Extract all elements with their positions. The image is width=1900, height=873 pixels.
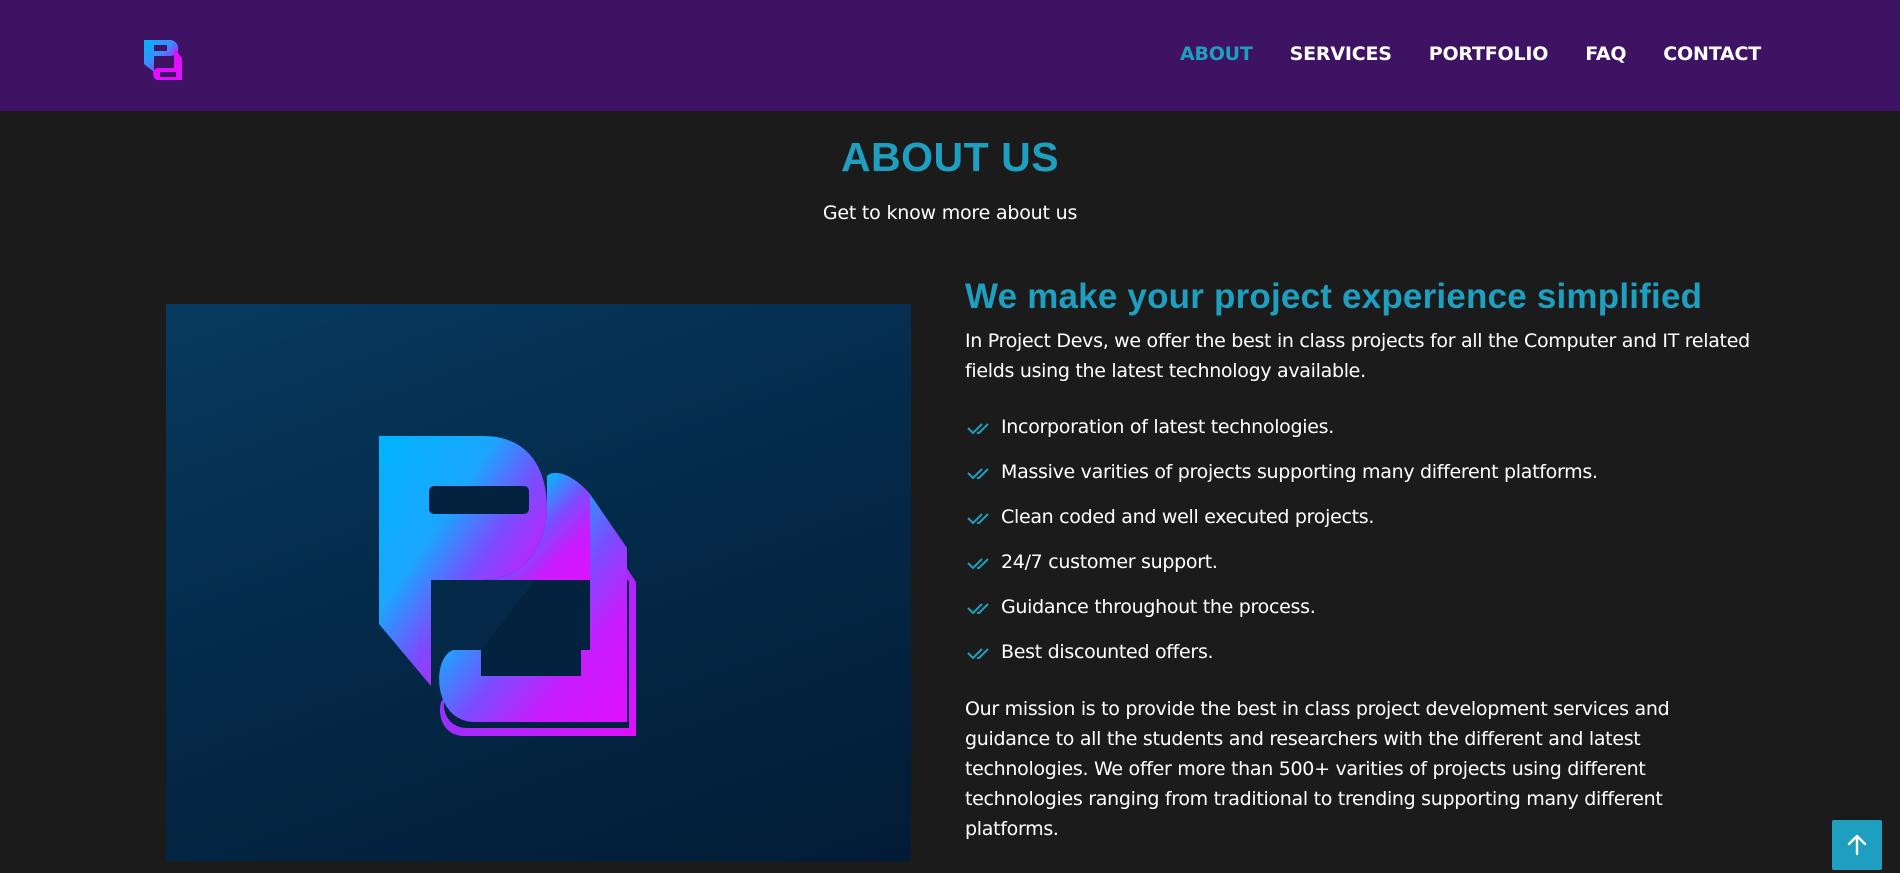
double-check-icon [967,512,989,524]
nav-link-faq[interactable]: FAQ [1585,40,1626,68]
double-check-icon [967,647,989,659]
feature-text: 24/7 customer support. [1001,550,1218,573]
mission-text: Our mission is to provide the best in cl… [965,698,1670,840]
section-title: ABOUT US [840,134,1060,180]
back-to-top-button[interactable] [1832,820,1882,870]
list-item: Incorporation of latest technologies. [965,404,1765,449]
nav-link-services[interactable]: SERVICES [1290,40,1392,68]
section-subtitle: Get to know more about us [822,202,1078,224]
site-logo[interactable] [140,28,186,82]
list-item: Guidance throughout the process. [965,584,1765,629]
nav-link-portfolio[interactable]: PORTFOLIO [1429,40,1549,68]
list-item: Clean coded and well executed projects. [965,494,1765,539]
about-content: We make your project experience simplifi… [965,274,1765,844]
feature-list: Incorporation of latest technologies. Ma… [965,404,1765,674]
double-check-icon [967,467,989,479]
double-check-icon [967,422,989,434]
feature-text: Guidance throughout the process. [1001,595,1316,618]
feature-text: Incorporation of latest technologies. [1001,415,1334,438]
feature-text: Clean coded and well executed projects. [1001,505,1375,528]
list-item: Massive varities of projects supporting … [965,449,1765,494]
nav-link-about[interactable]: ABOUT [1180,40,1253,68]
project-devs-logo [379,436,636,736]
nav-link-contact[interactable]: CONTACT [1663,40,1761,68]
about-image [166,304,911,861]
double-check-icon [967,602,989,614]
feature-text: Best discounted offers. [1001,640,1214,663]
main-nav: ABOUT SERVICES PORTFOLIO FAQ CONTACT [1180,40,1761,68]
about-heading: We make your project experience simplifi… [965,277,1703,316]
about-intro: In Project Devs, we offer the best in cl… [965,330,1750,382]
list-item: Best discounted offers. [965,629,1765,674]
navbar: ABOUT SERVICES PORTFOLIO FAQ CONTACT [0,0,1900,111]
double-check-icon [967,557,989,569]
list-item: 24/7 customer support. [965,539,1765,584]
feature-text: Massive varities of projects supporting … [1001,460,1598,483]
arrow-up-icon [1847,834,1867,856]
